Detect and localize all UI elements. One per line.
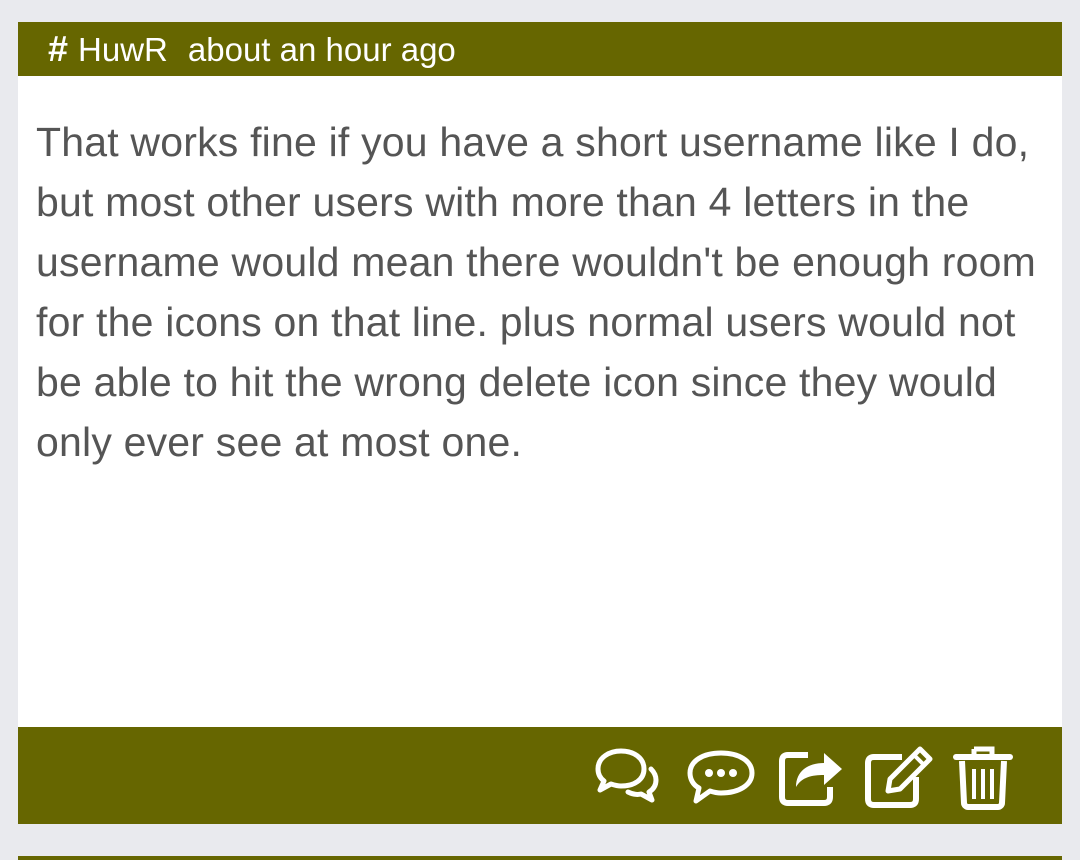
hash-icon[interactable]: # [48,31,68,67]
share-icon [779,752,842,806]
post-header: # HuwR about an hour ago [18,22,1062,76]
author-name[interactable]: HuwR [78,33,168,66]
post-timestamp: about an hour ago [187,30,456,68]
comment-dots-icon [687,750,755,804]
share-button[interactable] [774,739,848,813]
edit-icon [865,746,933,808]
trash-icon [953,746,1013,810]
edit-button[interactable] [862,739,936,813]
post-body: That works fine if you have a short user… [36,119,1036,465]
comments-button[interactable] [588,739,662,813]
next-post-edge [18,856,1062,860]
reply-button[interactable] [684,739,758,813]
comments-icon [595,748,659,803]
delete-button[interactable] [946,739,1020,813]
post-footer [18,727,1062,824]
post-card: # HuwR about an hour ago That works fine… [18,22,1062,824]
